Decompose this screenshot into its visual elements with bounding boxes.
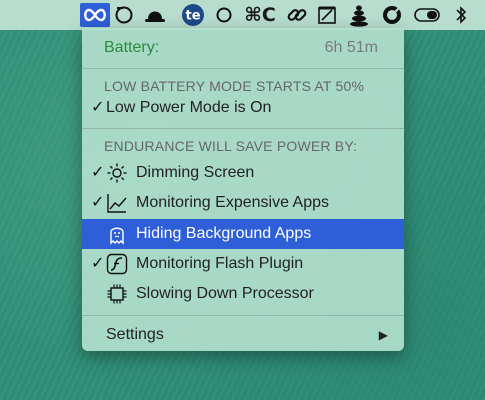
stacked-stones-icon[interactable] (347, 3, 371, 27)
low-power-mode-item[interactable]: ✓ Low Power Mode is On (82, 94, 404, 122)
checkmark-icon: ✓ (91, 99, 105, 116)
edit-note-icon[interactable] (315, 3, 339, 27)
battery-time-remaining: 6h 51m (324, 39, 378, 56)
te-badge-icon[interactable]: te (180, 3, 206, 27)
battery-status-row: Battery: 6h 51m (82, 34, 404, 62)
menu-item-dimming-screen[interactable]: ✓ Dimming Screen (82, 159, 404, 187)
circle-icon[interactable] (214, 3, 234, 27)
settings-menu-item[interactable]: Settings ▶ (82, 321, 404, 349)
battery-label: Battery: (104, 39, 160, 56)
menu-item-label: Hiding Background Apps (136, 225, 312, 242)
sun-icon (107, 163, 127, 183)
ghost-icon (110, 227, 124, 245)
svg-text:te: te (185, 9, 200, 24)
menu-item-label: Monitoring Expensive Apps (136, 194, 329, 211)
menu-item-label: Slowing Down Processor (136, 285, 314, 302)
menu-bar: te ⌘C (0, 0, 485, 30)
menu-item-label: Dimming Screen (136, 164, 255, 181)
bowler-hat-icon[interactable] (142, 3, 168, 27)
command-c-icon[interactable]: ⌘C (240, 3, 280, 27)
menu-item-hiding-background-apps[interactable]: Hiding Background Apps (82, 219, 404, 249)
menu-separator (82, 68, 404, 69)
menu-item-monitoring-expensive-apps[interactable]: ✓ Monitoring Expensive Apps (82, 189, 404, 217)
ring-icon[interactable] (380, 3, 404, 27)
command-c-text: ⌘C (244, 4, 276, 26)
endurance-header: ENDURANCE WILL SAVE POWER BY: (82, 132, 404, 160)
checkmark-icon: ✓ (91, 255, 105, 272)
cpu-chip-icon (107, 284, 127, 304)
link-icon[interactable] (285, 3, 309, 27)
flash-plugin-icon (106, 253, 128, 275)
low-power-mode-label: Low Power Mode is On (106, 99, 272, 116)
endurance-dropdown-menu: Battery: 6h 51m LOW BATTERY MODE STARTS … (82, 28, 404, 351)
menu-item-label: Monitoring Flash Plugin (136, 255, 304, 272)
endurance-header-text: ENDURANCE WILL SAVE POWER BY: (104, 138, 358, 154)
endurance-infinity-icon[interactable] (80, 3, 110, 27)
menu-separator (82, 128, 404, 129)
submenu-arrow-icon: ▶ (378, 328, 388, 342)
checkmark-icon: ✓ (91, 194, 105, 211)
bluetooth-icon[interactable] (450, 3, 472, 27)
checkmark-icon: ✓ (91, 164, 105, 181)
chart-line-icon (107, 194, 127, 213)
settings-label: Settings (106, 326, 164, 343)
toggle-icon[interactable] (413, 3, 441, 27)
menu-item-slowing-down-processor[interactable]: Slowing Down Processor (82, 280, 404, 308)
menu-separator (82, 315, 404, 316)
menu-item-monitoring-flash-plugin[interactable]: ✓ Monitoring Flash Plugin (82, 250, 404, 278)
bracket-circle-icon[interactable] (113, 3, 135, 27)
